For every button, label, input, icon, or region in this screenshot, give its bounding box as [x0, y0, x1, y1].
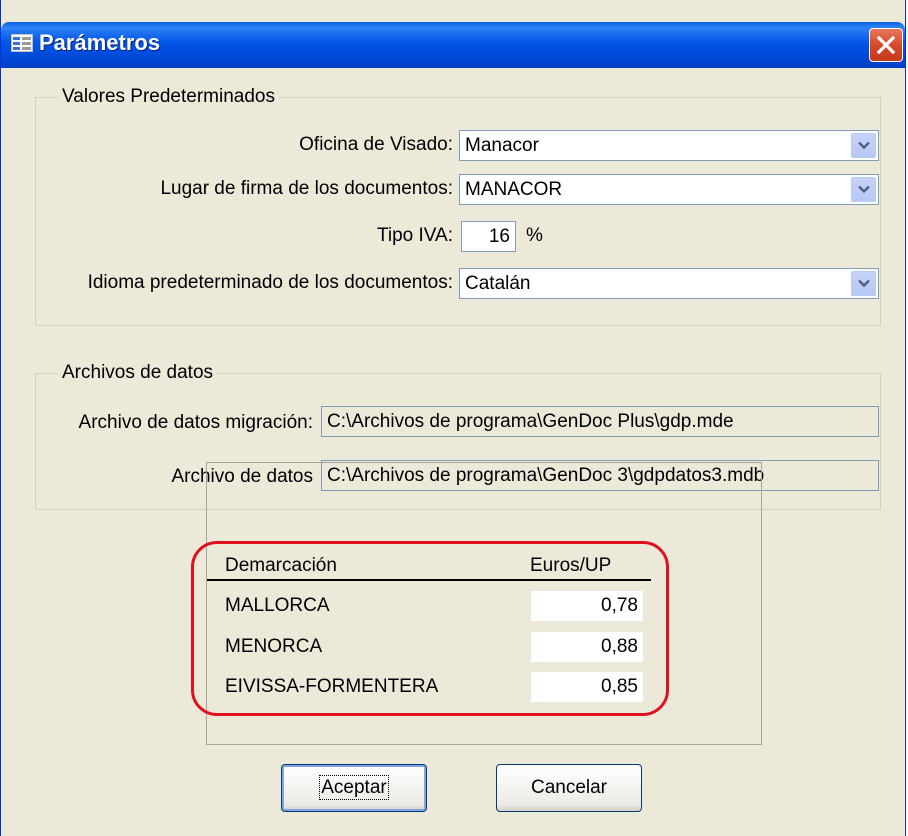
- place-label: Lugar de firma de los documentos:: [160, 178, 453, 199]
- datafiles-legend: Archivos de datos: [62, 362, 214, 383]
- office-combo[interactable]: Manacor: [459, 130, 879, 161]
- vat-label: Tipo IVA:: [376, 225, 453, 246]
- vat-input[interactable]: 16: [461, 221, 516, 252]
- highlight-outline: [191, 541, 669, 716]
- language-combo[interactable]: Catalán: [459, 268, 879, 299]
- chevron-down-icon: [858, 185, 870, 194]
- parametros-dialog: Parámetros Valores Predeterminados Ofici…: [0, 0, 906, 836]
- office-label: Oficina de Visado:: [299, 134, 453, 155]
- vat-unit: %: [526, 225, 543, 246]
- window-title: Parámetros: [39, 30, 161, 55]
- close-icon: [876, 35, 896, 55]
- place-value: MANACOR: [465, 179, 563, 200]
- accept-button[interactable]: Aceptar: [281, 764, 427, 812]
- place-dropdown-button[interactable]: [851, 177, 876, 202]
- title-bar[interactable]: Parámetros: [1, 22, 905, 68]
- office-value: Manacor: [465, 135, 539, 156]
- accept-button-label: Aceptar: [319, 775, 389, 800]
- office-dropdown-button[interactable]: [851, 133, 876, 158]
- chevron-down-icon: [858, 141, 870, 150]
- place-combo[interactable]: MANACOR: [459, 174, 879, 205]
- cancel-button-label: Cancelar: [530, 777, 608, 798]
- form-icon: [11, 34, 33, 52]
- language-label: Idioma predeterminado de los documentos:: [87, 272, 453, 293]
- migration-file-label: Archivo de datos migración:: [78, 412, 313, 433]
- cancel-button[interactable]: Cancelar: [496, 764, 642, 812]
- defaults-legend: Valores Predeterminados: [62, 86, 275, 107]
- migration-file-field[interactable]: C:\Archivos de programa\GenDoc Plus\gdp.…: [321, 406, 879, 437]
- language-dropdown-button[interactable]: [851, 271, 876, 296]
- language-value: Catalán: [465, 273, 531, 294]
- chevron-down-icon: [858, 279, 870, 288]
- close-button[interactable]: [869, 28, 903, 62]
